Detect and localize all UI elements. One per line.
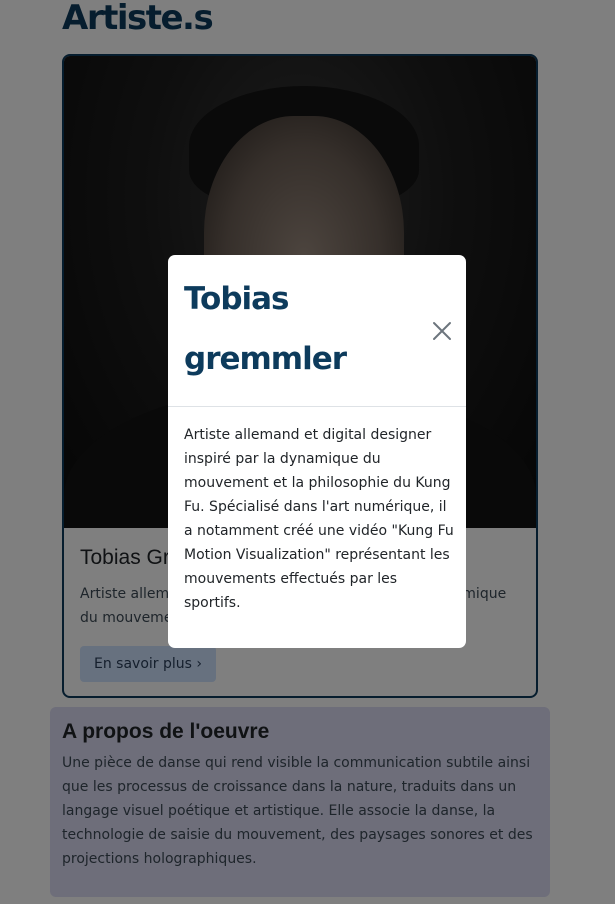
modal-title: Tobias gremmler [184,281,347,377]
modal-close-button[interactable] [430,319,454,343]
close-icon [430,319,454,343]
modal-header: Tobias gremmler [168,255,466,407]
artist-modal: Tobias gremmler Artiste allemand et digi… [168,255,466,648]
modal-body-text: Artiste allemand et digital designer ins… [184,427,454,611]
